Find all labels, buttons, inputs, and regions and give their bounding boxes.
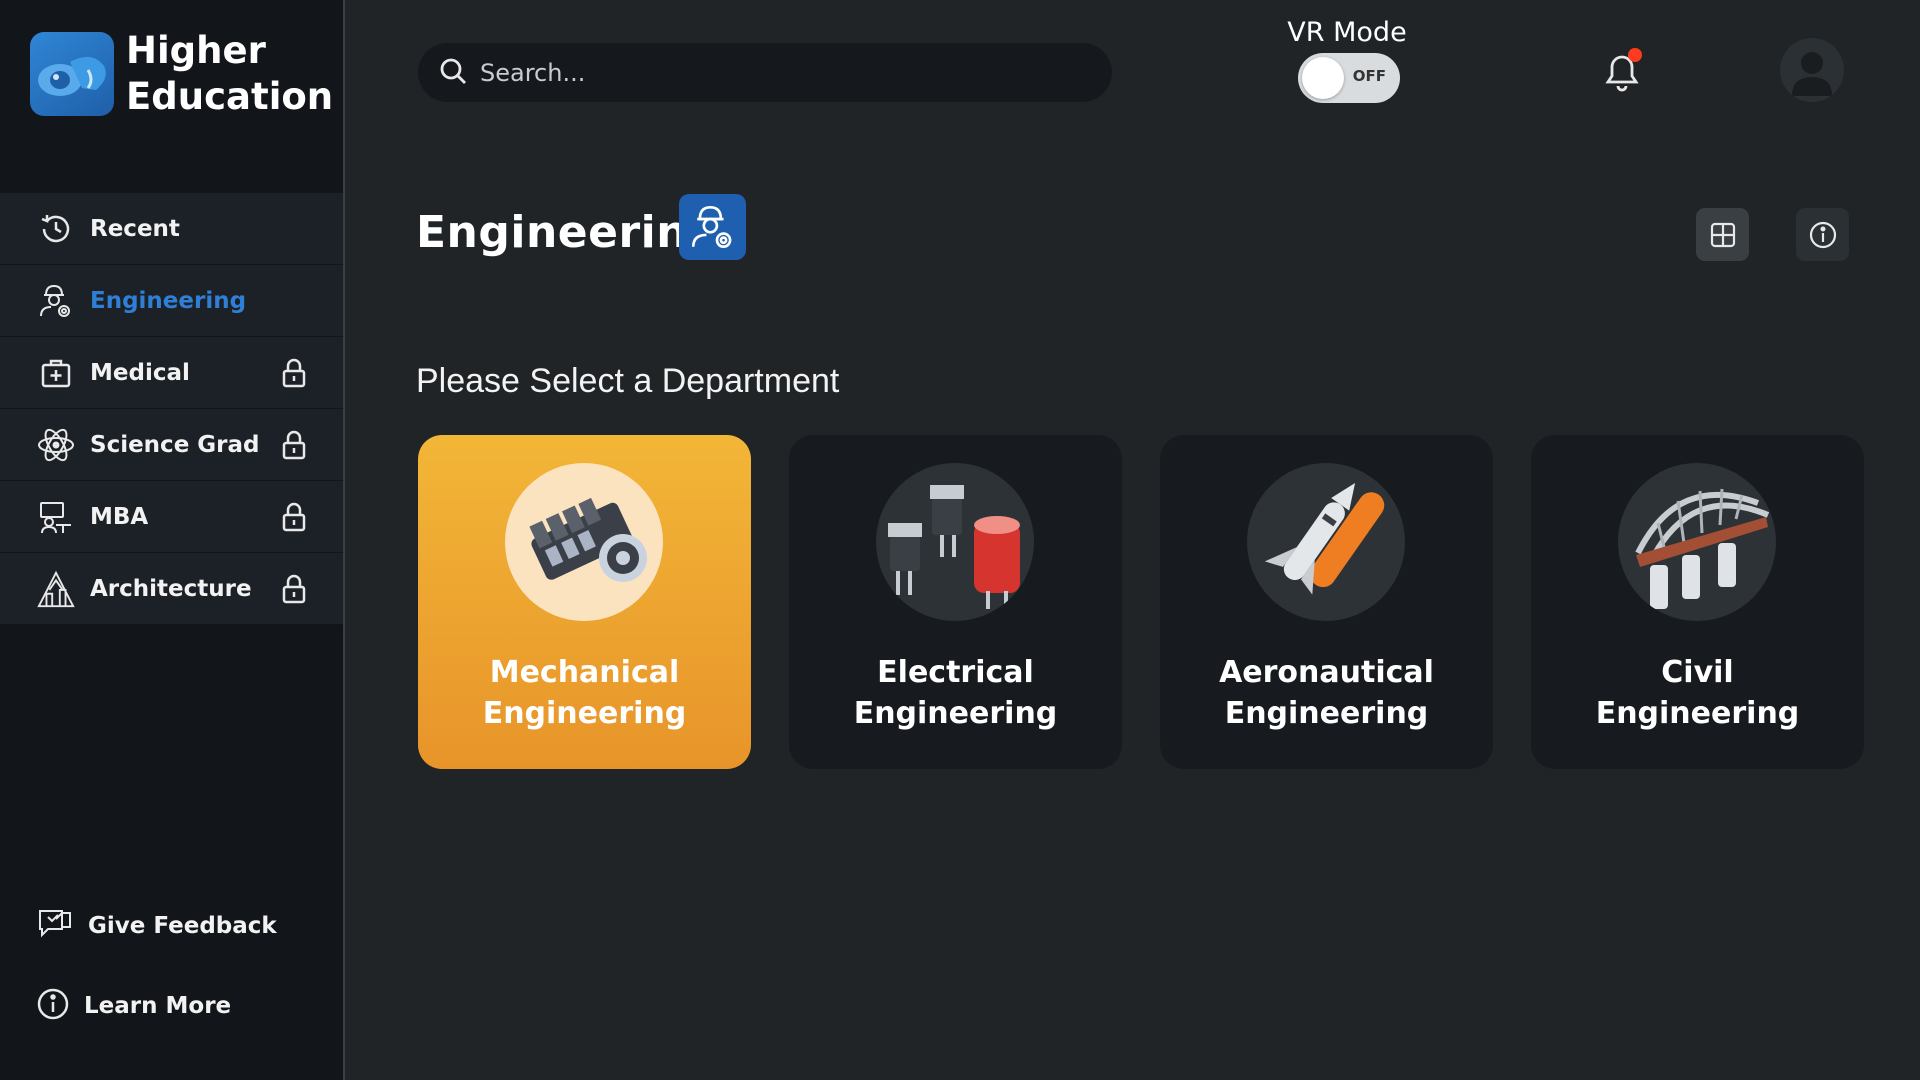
department-name: Electrical Engineering: [789, 652, 1122, 734]
sidebar-item-label: Recent: [90, 215, 180, 242]
sidebar-item-medical[interactable]: Medical: [0, 337, 343, 409]
sidebar-bottom: Give Feedback Learn More: [0, 886, 343, 1046]
grid-view-button[interactable]: [1696, 208, 1749, 261]
department-name-line-2: Engineering: [853, 696, 1058, 731]
vr-mode-label: VR Mode: [1287, 17, 1407, 48]
atom-icon: [36, 425, 76, 465]
department-name-line-2: Engineering: [1595, 696, 1800, 731]
notification-dot: [1628, 48, 1642, 62]
sidebar-item-label: Science Grad: [90, 431, 260, 458]
department-name: Aeronautical Engineering: [1160, 652, 1493, 734]
brand[interactable]: Higher Education: [30, 28, 333, 120]
toggle-state: OFF: [1352, 67, 1386, 85]
info-button[interactable]: [1796, 208, 1849, 261]
lock-icon: [278, 501, 310, 533]
electronic-components-icon: [876, 463, 1034, 621]
history-clock-icon: [36, 209, 76, 249]
section-subtitle: Please Select a Department: [416, 362, 840, 400]
department-name-line-1: Aeronautical: [1219, 655, 1434, 690]
sidebar-item-label: Medical: [90, 359, 190, 386]
department-card-mechanical[interactable]: Mechanical Engineering: [418, 435, 751, 769]
brand-line-2: Education: [126, 75, 334, 118]
search-icon: [438, 56, 468, 90]
feedback-icon: [36, 905, 74, 947]
brand-line-1: Higher: [126, 29, 266, 72]
page-title: Engineering: [416, 207, 721, 258]
sidebar-item-label: Engineering: [90, 287, 247, 314]
department-card-civil[interactable]: Civil Engineering: [1531, 435, 1864, 769]
space-shuttle-icon: [1247, 463, 1405, 621]
department-card-aeronautical[interactable]: Aeronautical Engineering: [1160, 435, 1493, 769]
user-avatar[interactable]: [1780, 38, 1844, 102]
search-input[interactable]: [480, 58, 1040, 87]
sidebar-item-mba[interactable]: MBA: [0, 481, 343, 553]
engineer-gear-icon: [679, 194, 746, 260]
lock-icon: [278, 573, 310, 605]
search-bar[interactable]: [418, 43, 1112, 102]
department-name-line-1: Civil: [1661, 655, 1734, 690]
give-feedback-link[interactable]: Give Feedback: [0, 886, 343, 966]
bridge-icon: [1618, 463, 1776, 621]
department-name: Mechanical Engineering: [418, 652, 751, 734]
user-icon: [1792, 52, 1832, 96]
give-feedback-label: Give Feedback: [88, 913, 277, 939]
toggle-knob: [1302, 57, 1344, 99]
grid-icon: [1710, 222, 1735, 247]
department-name-line-2: Engineering: [482, 696, 687, 731]
info-icon: [1809, 221, 1836, 248]
sidebar-item-engineering[interactable]: Engineering: [0, 265, 343, 337]
vr-headset-logo-icon: [30, 32, 114, 116]
sidebar-item-science-grad[interactable]: Science Grad: [0, 409, 343, 481]
lock-icon: [278, 429, 310, 461]
department-card-electrical[interactable]: Electrical Engineering: [789, 435, 1122, 769]
engine-icon: [505, 463, 663, 621]
sidebar-item-architecture[interactable]: Architecture: [0, 553, 343, 625]
department-cards: Mechanical Engineering Electrical Engine…: [418, 435, 1864, 769]
brand-name: Higher Education: [126, 28, 333, 120]
medical-kit-icon: [36, 353, 76, 393]
department-name-line-1: Electrical: [877, 655, 1034, 690]
notifications-button[interactable]: [1600, 48, 1644, 94]
department-name-line-1: Mechanical: [489, 655, 680, 690]
sidebar-item-recent[interactable]: Recent: [0, 193, 343, 265]
business-presentation-icon: [36, 497, 76, 537]
engineer-gear-icon: [36, 281, 76, 321]
department-name-line-2: Engineering: [1224, 696, 1429, 731]
sidebar: Higher Education Recent Engineering Medi…: [0, 0, 345, 1080]
lock-icon: [278, 357, 310, 389]
vr-mode-toggle[interactable]: OFF: [1298, 53, 1400, 103]
learn-more-label: Learn More: [84, 993, 232, 1019]
info-icon: [36, 987, 70, 1025]
architecture-building-icon: [36, 569, 76, 609]
sidebar-item-label: MBA: [90, 503, 149, 530]
sidebar-nav: Recent Engineering Medical Science Grad: [0, 193, 343, 625]
department-name: Civil Engineering: [1531, 652, 1864, 734]
learn-more-link[interactable]: Learn More: [0, 966, 343, 1046]
sidebar-item-label: Architecture: [90, 575, 252, 602]
